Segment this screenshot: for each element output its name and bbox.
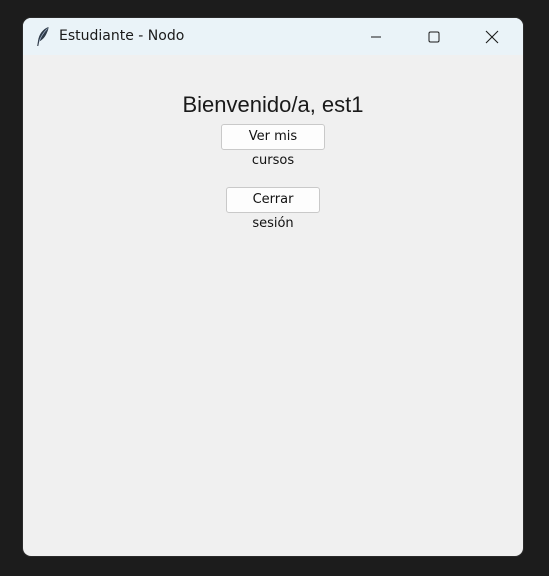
maximize-icon (428, 31, 440, 43)
feather-icon (35, 26, 51, 47)
close-icon (485, 30, 499, 44)
title-bar[interactable]: Estudiante - Nodo (23, 18, 523, 55)
logout-button[interactable]: Cerrar sesión (226, 187, 320, 231)
minimize-button[interactable] (347, 18, 405, 55)
close-button[interactable] (463, 18, 521, 55)
window-title: Estudiante - Nodo (59, 28, 185, 44)
view-courses-button[interactable]: Ver mis cursos (221, 124, 325, 168)
main-content: Bienvenido/a, est1 Ver mis cursos Cerrar… (23, 55, 523, 556)
welcome-heading: Bienvenido/a, est1 (182, 92, 364, 117)
maximize-button[interactable] (405, 18, 463, 55)
minimize-icon (370, 31, 382, 43)
app-window: Estudiante - Nodo Bienvenido/a, est1 Ver… (23, 18, 523, 556)
